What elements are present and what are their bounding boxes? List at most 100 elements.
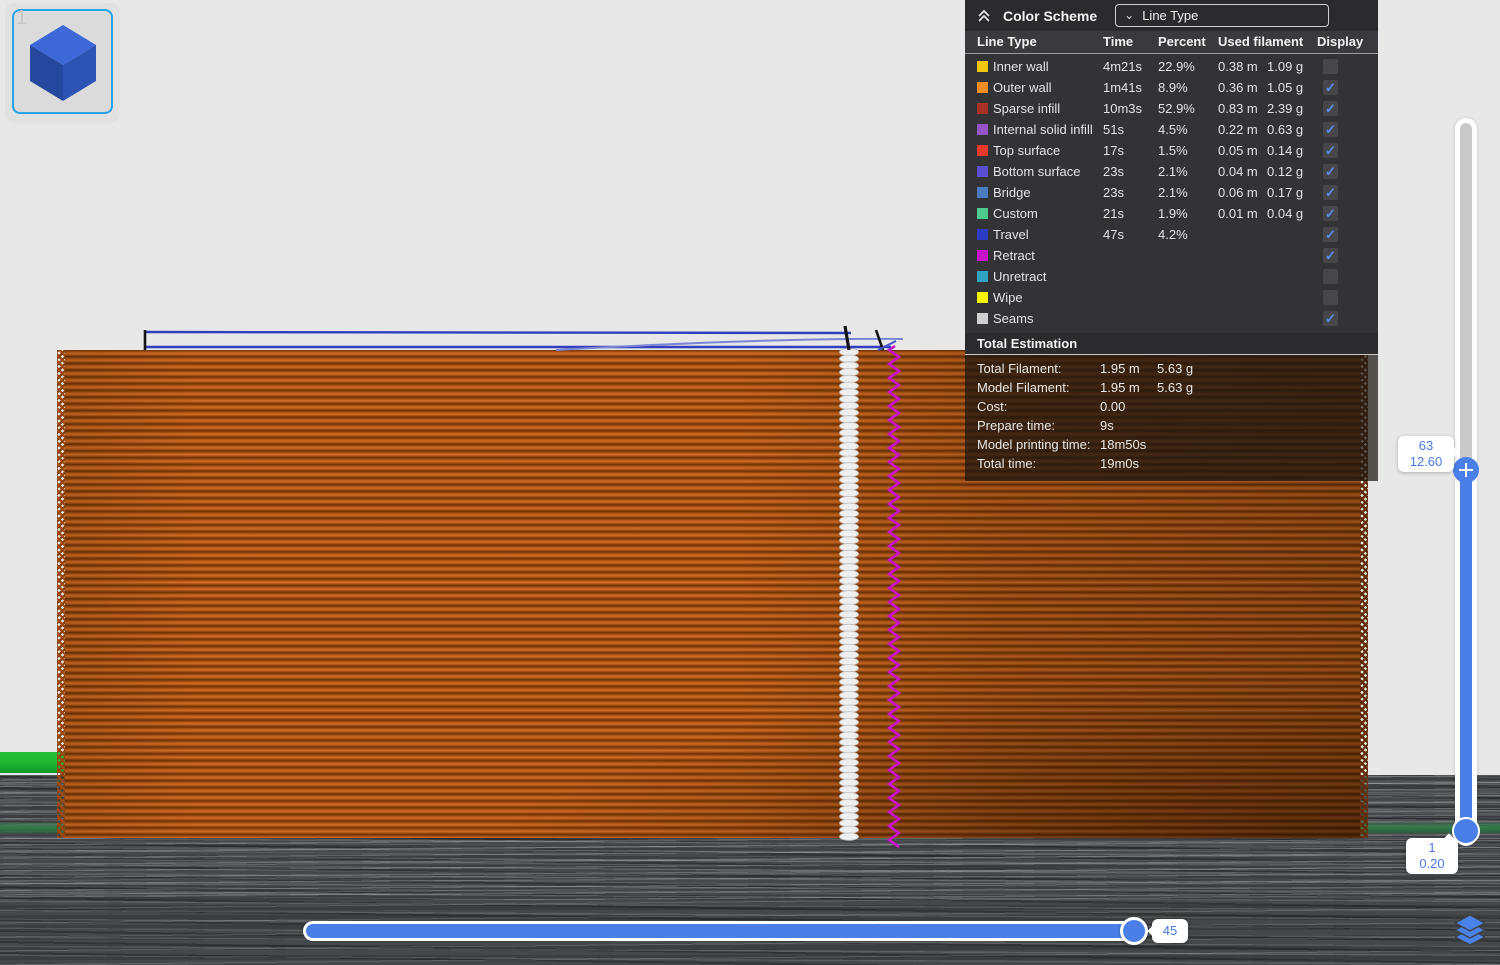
layer-slider-track-empty[interactable] bbox=[1460, 123, 1472, 472]
line-type-color-swatch bbox=[977, 82, 988, 93]
estimation-row: Model printing time: 18m50s bbox=[965, 435, 1378, 454]
display-checkbox[interactable]: ✓ bbox=[1323, 80, 1338, 95]
estimation-row: Model Filament: 1.95 m 5.63 g bbox=[965, 378, 1378, 397]
layer-lower-tooltip: 1 0.20 bbox=[1406, 838, 1458, 874]
total-estimation-title: Total Estimation bbox=[965, 333, 1378, 355]
line-type-percent: 52.9% bbox=[1158, 101, 1195, 116]
display-checkbox[interactable]: ✓ bbox=[1323, 248, 1338, 263]
line-type-label: Unretract bbox=[993, 269, 1046, 284]
estimation-row: Prepare time: 9s bbox=[965, 416, 1378, 435]
display-checkbox[interactable]: ✓ bbox=[1323, 122, 1338, 137]
layers-view-icon[interactable] bbox=[1455, 915, 1485, 947]
estimation-label: Total Filament: bbox=[977, 361, 1062, 376]
move-slider-fill[interactable] bbox=[306, 924, 1145, 938]
line-type-label: Outer wall bbox=[993, 80, 1052, 95]
line-type-length: 0.04 m bbox=[1218, 164, 1258, 179]
estimation-label: Prepare time: bbox=[977, 418, 1055, 433]
move-slider-tooltip: 45 bbox=[1152, 919, 1188, 943]
line-type-weight: 1.09 g bbox=[1267, 59, 1303, 74]
line-type-length: 0.83 m bbox=[1218, 101, 1258, 116]
line-type-length: 0.06 m bbox=[1218, 185, 1258, 200]
display-checkbox[interactable]: ✓ bbox=[1323, 143, 1338, 158]
display-checkbox[interactable] bbox=[1323, 269, 1338, 284]
layer-upper-value: 63 bbox=[1404, 438, 1448, 454]
move-slider-handle[interactable] bbox=[1120, 917, 1148, 945]
display-checkbox[interactable]: ✓ bbox=[1323, 164, 1338, 179]
display-checkbox[interactable]: ✓ bbox=[1323, 206, 1338, 221]
line-type-weight: 0.04 g bbox=[1267, 206, 1303, 221]
line-type-color-swatch bbox=[977, 250, 988, 261]
estimation-label: Cost: bbox=[977, 399, 1007, 414]
line-type-color-swatch bbox=[977, 292, 988, 303]
panel-title: Color Scheme bbox=[1003, 8, 1097, 24]
layer-lower-height: 0.20 bbox=[1412, 856, 1452, 872]
move-slider[interactable] bbox=[303, 921, 1148, 941]
line-type-color-swatch bbox=[977, 61, 988, 72]
display-checkbox[interactable]: ✓ bbox=[1323, 185, 1338, 200]
estimation-value-1: 19m0s bbox=[1100, 456, 1139, 471]
line-type-color-swatch bbox=[977, 313, 988, 324]
line-type-row: Sparse infill 10m3s 52.9% 0.83 m 2.39 g … bbox=[965, 98, 1378, 119]
line-type-time: 51s bbox=[1103, 122, 1124, 137]
line-type-percent: 4.5% bbox=[1158, 122, 1188, 137]
line-type-row: Travel 47s 4.2% ✓ bbox=[965, 224, 1378, 245]
line-type-time: 21s bbox=[1103, 206, 1124, 221]
display-checkbox[interactable]: ✓ bbox=[1323, 311, 1338, 326]
line-type-length: 0.36 m bbox=[1218, 80, 1258, 95]
estimation-label: Model Filament: bbox=[977, 380, 1069, 395]
table-column-header: Line Type Time Percent Used filament Dis… bbox=[965, 31, 1378, 54]
estimation-label: Model printing time: bbox=[977, 437, 1090, 452]
line-type-color-swatch bbox=[977, 229, 988, 240]
layer-slider-track-fill[interactable] bbox=[1460, 468, 1472, 836]
plate-thumbnail[interactable]: 1 bbox=[5, 3, 120, 123]
line-type-label: Retract bbox=[993, 248, 1035, 263]
line-type-label: Custom bbox=[993, 206, 1038, 221]
line-type-row: Wipe bbox=[965, 287, 1378, 308]
line-type-length: 0.38 m bbox=[1218, 59, 1258, 74]
display-checkbox[interactable] bbox=[1323, 59, 1338, 74]
display-checkbox[interactable] bbox=[1323, 290, 1338, 305]
move-slider-value: 45 bbox=[1158, 921, 1182, 941]
line-type-label: Bridge bbox=[993, 185, 1031, 200]
layer-upper-tooltip: 63 12.60 bbox=[1398, 436, 1454, 472]
collapse-panel-icon[interactable] bbox=[975, 8, 993, 24]
line-type-weight: 2.39 g bbox=[1267, 101, 1303, 116]
line-type-percent: 8.9% bbox=[1158, 80, 1188, 95]
line-type-row: Inner wall 4m21s 22.9% 0.38 m 1.09 g bbox=[965, 56, 1378, 77]
view-type-select[interactable]: ⌄ Line Type bbox=[1115, 4, 1329, 27]
line-type-label: Internal solid infill bbox=[993, 122, 1093, 137]
display-checkbox[interactable]: ✓ bbox=[1323, 101, 1338, 116]
travel-line-top bbox=[146, 332, 851, 333]
estimation-value-1: 18m50s bbox=[1100, 437, 1146, 452]
line-type-row: Internal solid infill 51s 4.5% 0.22 m 0.… bbox=[965, 119, 1378, 140]
retract-zigzag bbox=[889, 346, 899, 847]
display-checkbox[interactable]: ✓ bbox=[1323, 227, 1338, 242]
line-type-row: Top surface 17s 1.5% 0.05 m 0.14 g ✓ bbox=[965, 140, 1378, 161]
panel-header: Color Scheme ⌄ Line Type bbox=[965, 0, 1378, 31]
line-type-length: 0.22 m bbox=[1218, 122, 1258, 137]
line-type-weight: 1.05 g bbox=[1267, 80, 1303, 95]
line-type-color-swatch bbox=[977, 187, 988, 198]
estimation-value-2: 5.63 g bbox=[1157, 380, 1193, 395]
estimation-value-1: 0.00 bbox=[1100, 399, 1125, 414]
col-used-filament: Used filament bbox=[1218, 34, 1303, 49]
cube-model-icon bbox=[27, 21, 99, 103]
line-type-percent: 2.1% bbox=[1158, 185, 1188, 200]
line-type-percent: 2.1% bbox=[1158, 164, 1188, 179]
estimation-value-1: 1.95 m bbox=[1100, 380, 1140, 395]
line-type-weight: 0.63 g bbox=[1267, 122, 1303, 137]
line-type-row: Custom 21s 1.9% 0.01 m 0.04 g ✓ bbox=[965, 203, 1378, 224]
estimation-row: Total time: 19m0s bbox=[965, 454, 1378, 473]
seam-beads bbox=[840, 348, 859, 840]
estimation-row: Cost: 0.00 bbox=[965, 397, 1378, 416]
line-type-time: 47s bbox=[1103, 227, 1124, 242]
estimation-rows: Total Filament: 1.95 m 5.63 g Model Fila… bbox=[965, 355, 1378, 481]
color-scheme-panel: Color Scheme ⌄ Line Type Line Type Time … bbox=[965, 0, 1378, 481]
line-type-percent: 1.9% bbox=[1158, 206, 1188, 221]
line-type-color-swatch bbox=[977, 208, 988, 219]
layer-slider-upper-handle[interactable] bbox=[1453, 457, 1479, 483]
estimation-label: Total time: bbox=[977, 456, 1036, 471]
col-percent: Percent bbox=[1158, 34, 1206, 49]
line-type-label: Wipe bbox=[993, 290, 1023, 305]
line-type-row: Outer wall 1m41s 8.9% 0.36 m 1.05 g ✓ bbox=[965, 77, 1378, 98]
